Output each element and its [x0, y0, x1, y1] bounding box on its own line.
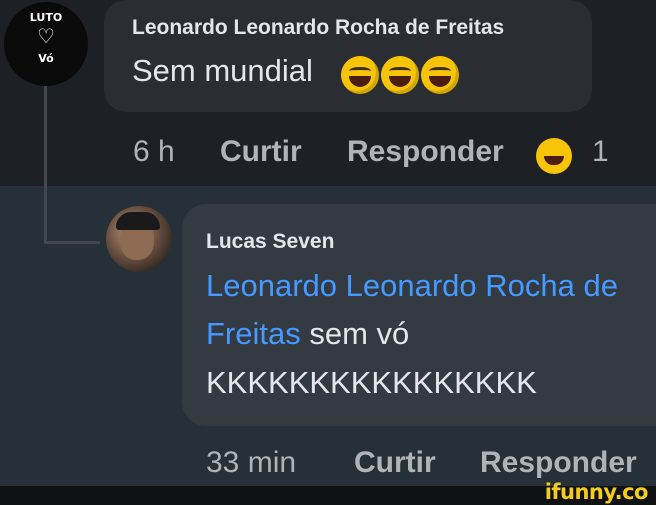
- reply-text-line2: Freitas sem vó: [206, 316, 409, 352]
- reply-text: sem vó: [309, 316, 410, 351]
- heart-infinity-icon: ♡: [37, 24, 55, 48]
- reply-button[interactable]: Responder: [347, 135, 504, 169]
- reply-author[interactable]: Lucas Seven: [206, 230, 334, 254]
- comment-time: 6 h: [133, 135, 175, 168]
- reply-mention-continued[interactable]: Freitas: [206, 316, 301, 351]
- thread-branch: [44, 241, 100, 244]
- reaction-count[interactable]: 1: [592, 135, 609, 169]
- comment-text: Sem mundial: [132, 53, 313, 88]
- avatar-cap: [116, 212, 160, 230]
- like-label: Curtir: [220, 135, 302, 168]
- thread-line: [44, 86, 47, 244]
- like-button[interactable]: Curtir: [220, 135, 302, 169]
- reply-time: 33 min: [206, 446, 297, 479]
- reply-reply-label: Responder: [480, 446, 637, 479]
- reply-mention[interactable]: Leonardo Leonardo Rocha de: [206, 268, 618, 304]
- comment-emojis: [341, 56, 461, 99]
- badge-line1: LUTO: [29, 11, 63, 24]
- laughing-emoji-icon: [341, 56, 379, 94]
- grinning-emoji-icon[interactable]: [536, 138, 572, 174]
- reply-label: Responder: [347, 135, 504, 168]
- reply-reply-button[interactable]: Responder: [480, 446, 637, 480]
- reply-avatar[interactable]: [106, 206, 172, 272]
- comment-author[interactable]: Leonardo Leonardo Rocha de Freitas: [132, 16, 504, 40]
- watermark-logo: ifunny.co: [544, 480, 649, 504]
- badge-line2: Vó: [38, 52, 54, 65]
- laughing-emoji-icon: [421, 56, 459, 94]
- laughing-emoji-icon: [381, 56, 419, 94]
- reply-text-laugh: KKKKKKKKKKKKKKKK: [206, 365, 537, 400]
- avatar[interactable]: LUTO ♡ Vó: [4, 2, 88, 86]
- reply-like-button[interactable]: Curtir: [354, 446, 436, 480]
- reply-like-label: Curtir: [354, 446, 436, 479]
